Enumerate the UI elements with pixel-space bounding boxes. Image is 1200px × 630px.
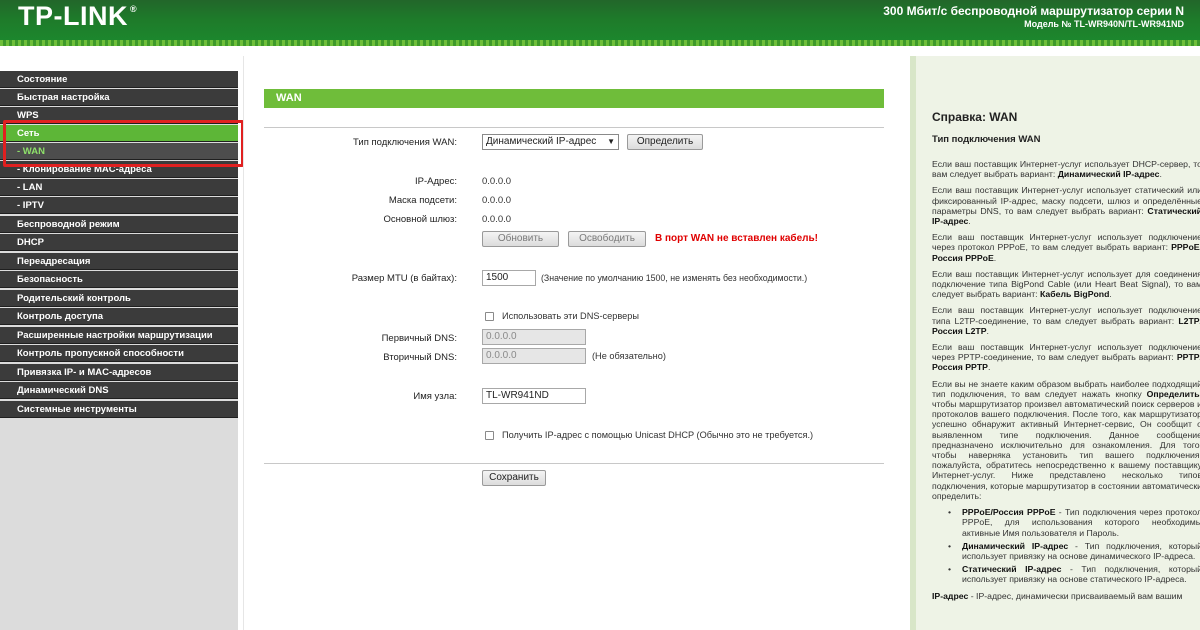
tp-link-logo: TP-LINK ® (18, 1, 137, 32)
sidebar-item-iptv[interactable]: - IPTV (0, 197, 238, 214)
use-dns-checkbox[interactable] (485, 312, 494, 321)
hostname-label: Имя узла: (413, 391, 457, 402)
help-text: Если ваш поставщик Интернет-услуг исполь… (932, 305, 1200, 326)
sidebar-item-quick-setup[interactable]: Быстрая настройка (0, 89, 238, 106)
help-paragraph: IP-адрес - IP-адрес, динамически присваи… (932, 591, 1200, 601)
help-bold: Определить (1146, 388, 1200, 399)
wan-type-select[interactable]: Динамический IP-адрес ▼ (482, 134, 619, 150)
help-bold: PPPoE/Россия PPPoE (962, 507, 1056, 518)
release-button[interactable]: Освободить (568, 231, 646, 247)
help-paragraph: Если ваш поставщик Интернет-услуг исполь… (932, 159, 1200, 180)
help-text: Если ваш поставщик Интернет-услуг исполь… (932, 232, 1200, 253)
help-list-item: Динамический IP-адрес - Тип подключения,… (946, 541, 1200, 561)
sidebar-item-lan[interactable]: - LAN (0, 179, 238, 196)
help-list-item: Статический IP-адрес - Тип подключения, … (946, 564, 1200, 584)
help-content: Справка: WAN Тип подключения WAN Если ва… (932, 110, 1200, 607)
help-title: Справка: WAN (932, 110, 1018, 124)
help-panel: Справка: WAN Тип подключения WAN Если ва… (910, 56, 1200, 630)
renew-button[interactable]: Обновить (482, 231, 559, 247)
help-paragraph: Если ваш поставщик Интернет-услуг исполь… (932, 342, 1200, 373)
secondary-dns-label: Вторичный DNS: (383, 352, 457, 363)
divider-top (264, 127, 884, 128)
help-paragraph: Если ваш поставщик Интернет-услуг исполь… (932, 232, 1200, 263)
sidebar-item-ip-mac-binding[interactable]: Привязка IP- и MAC-адресов (0, 364, 238, 381)
chevron-down-icon: ▼ (607, 137, 615, 146)
help-bold: Статический IP-адрес (962, 564, 1062, 575)
help-bold: IP-адрес (932, 590, 969, 601)
gateway-value: 0.0.0.0 (482, 214, 512, 225)
header-bar: TP-LINK ® 300 Мбит/с беспроводной маршрут… (0, 0, 1200, 46)
logo-text: TP-LINK (18, 1, 128, 31)
sidebar-item-system-tools[interactable]: Системные инструменты (0, 401, 238, 418)
sidebar-item-parental-control[interactable]: Родительский контроль (0, 290, 238, 307)
sidebar-item-status[interactable]: Состояние (0, 71, 238, 88)
product-title: 300 Мбит/с беспроводной маршрутизатор се… (883, 4, 1184, 18)
help-text: Если ваш поставщик Интернет-услуг исполь… (932, 342, 1200, 363)
sidebar-item-advanced-routing[interactable]: Расширенные настройки маршрутизации (0, 327, 238, 344)
unicast-dhcp-label: Получить IP-адрес с помощью Unicast DHCP… (502, 430, 814, 440)
help-paragraph: Если ваш поставщик Интернет-услуг исполь… (932, 185, 1200, 227)
ip-address-value: 0.0.0.0 (482, 176, 512, 187)
sidebar-item-access-control[interactable]: Контроль доступа (0, 308, 238, 325)
use-dns-label: Использовать эти DNS-серверы (502, 311, 639, 321)
sidebar-item-dhcp[interactable]: DHCP (0, 234, 238, 251)
primary-dns-label: Первичный DNS: (381, 333, 457, 344)
sidebar-item-security[interactable]: Безопасность (0, 271, 238, 288)
wan-type-value: Динамический IP-адрес (486, 136, 597, 147)
section-title-bar: WAN (264, 89, 884, 108)
hostname-input[interactable]: TL-WR941ND (482, 388, 586, 404)
help-bold: Динамический IP-адрес (1057, 169, 1160, 180)
sidebar-item-wireless[interactable]: Беспроводной режим (0, 216, 238, 233)
wan-type-label: Тип подключения WAN: (353, 137, 457, 148)
ip-address-label: IP-Адрес: (415, 176, 457, 187)
gateway-label: Основной шлюз: (383, 214, 457, 225)
help-paragraph: Если ваш поставщик Интернет-услуг исполь… (932, 305, 1200, 336)
help-list: PPPoE/Россия PPPoE - Тип подключения чер… (946, 507, 1200, 584)
divider-bottom (264, 463, 884, 464)
highlight-annotation (3, 120, 244, 167)
sidebar-item-bandwidth-control[interactable]: Контроль пропускной способности (0, 345, 238, 362)
help-bold: Динамический IP-адрес (962, 540, 1069, 551)
primary-dns-input[interactable]: 0.0.0.0 (482, 329, 586, 345)
save-button[interactable]: Сохранить (482, 470, 546, 486)
secondary-dns-input[interactable]: 0.0.0.0 (482, 348, 586, 364)
mtu-label: Размер MTU (в байтах): (351, 273, 457, 284)
help-paragraph: Если ваш поставщик Интернет-услуг исполь… (932, 268, 1200, 300)
help-paragraph: Если вы не знаете каким образом выбрать … (932, 379, 1200, 501)
logo-trademark: ® (129, 4, 138, 14)
help-text: , чтобы маршрутизатор произвел автоматич… (932, 389, 1200, 501)
subnet-mask-value: 0.0.0.0 (482, 195, 512, 206)
help-subtitle: Тип подключения WAN (932, 134, 1041, 145)
help-bold: Кабель BigPond (1040, 289, 1110, 300)
sidebar-item-forwarding[interactable]: Переадресация (0, 253, 238, 270)
sidebar-item-dynamic-dns[interactable]: Динамический DNS (0, 382, 238, 399)
help-list-item: PPPoE/Россия PPPoE - Тип подключения чер… (946, 507, 1200, 538)
mtu-hint: (Значение по умолчанию 1500, не изменять… (541, 273, 808, 283)
subnet-mask-label: Маска подсети: (388, 195, 457, 206)
cable-warning: В порт WAN не вставлен кабель! (655, 233, 818, 244)
model-number: Модель № TL-WR940N/TL-WR941ND (1024, 19, 1184, 29)
mtu-input[interactable]: 1500 (482, 270, 536, 286)
detect-button[interactable]: Определить (627, 134, 703, 150)
unicast-dhcp-checkbox[interactable] (485, 431, 494, 440)
help-text: - IP-адрес, динамически присваиваемый ва… (968, 590, 1183, 601)
secondary-dns-hint: (Не обязательно) (592, 351, 666, 361)
